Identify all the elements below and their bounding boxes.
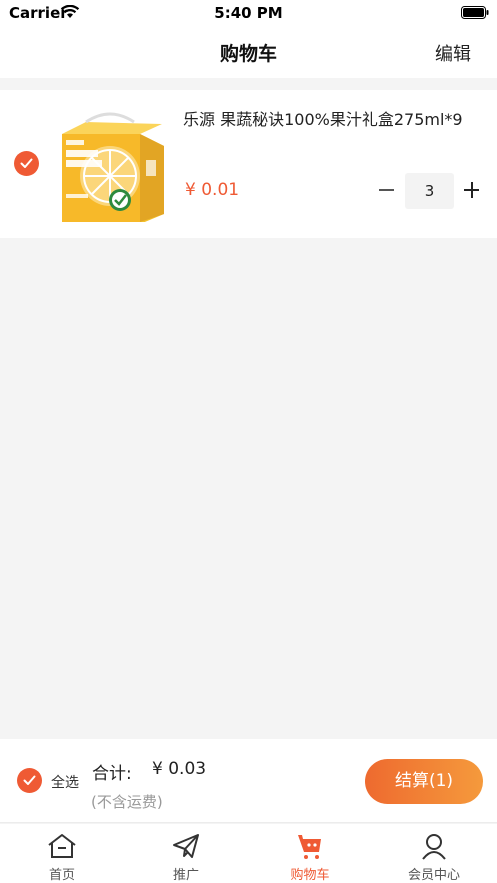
quantity-input[interactable]: 3 xyxy=(405,173,454,209)
tab-home[interactable]: 首页 xyxy=(0,824,124,883)
tab-label: 首页 xyxy=(48,868,75,883)
total-label: 合计: xyxy=(92,764,132,784)
page-title: 购物车 xyxy=(219,43,277,65)
select-all-label[interactable]: 全选 xyxy=(51,772,79,792)
select-all-checkbox[interactable] xyxy=(17,768,42,793)
checkout-button[interactable]: 结算(1) xyxy=(365,759,483,804)
check-icon xyxy=(23,775,36,785)
edit-button[interactable]: 编辑 xyxy=(435,40,471,66)
product-title[interactable]: 乐源 果蔬秘诀100%果汁礼盒275ml*9 xyxy=(183,106,463,130)
tab-promote[interactable]: 推广 xyxy=(124,824,248,883)
tab-cart[interactable]: 购物车 xyxy=(248,824,372,883)
tab-label: 购物车 xyxy=(290,868,330,883)
total-value: ¥ 0.03 xyxy=(152,759,207,779)
status-bar: Carrier 5:40 PM xyxy=(0,0,497,26)
nav-bar: 购物车 编辑 xyxy=(0,26,497,78)
item-select-checkbox[interactable] xyxy=(14,151,39,176)
tab-bar: 首页 推广 购物车 会员中心 xyxy=(0,824,497,883)
check-icon xyxy=(20,158,33,168)
decrease-quantity-button[interactable] xyxy=(375,176,399,204)
shipping-note: (不含运费) xyxy=(91,793,163,811)
send-icon xyxy=(173,834,199,858)
product-price: ¥ 0.01 xyxy=(185,180,240,200)
tab-label: 会员中心 xyxy=(407,868,460,883)
checkout-bar: 全选 合计: ¥ 0.03 (不含运费) 结算(1) xyxy=(0,739,497,823)
cart-item[interactable]: 乐源 果蔬秘诀100%果汁礼盒275ml*9 ¥ 0.01 3 xyxy=(0,90,497,238)
home-icon xyxy=(48,834,76,858)
product-image[interactable] xyxy=(52,104,170,222)
tab-member-center[interactable]: 会员中心 xyxy=(372,824,496,883)
battery-icon xyxy=(461,6,489,19)
user-icon xyxy=(422,834,446,860)
tab-label: 推广 xyxy=(172,868,199,883)
cart-icon xyxy=(298,835,321,859)
status-time: 5:40 PM xyxy=(214,4,283,22)
increase-quantity-button[interactable] xyxy=(460,176,484,204)
